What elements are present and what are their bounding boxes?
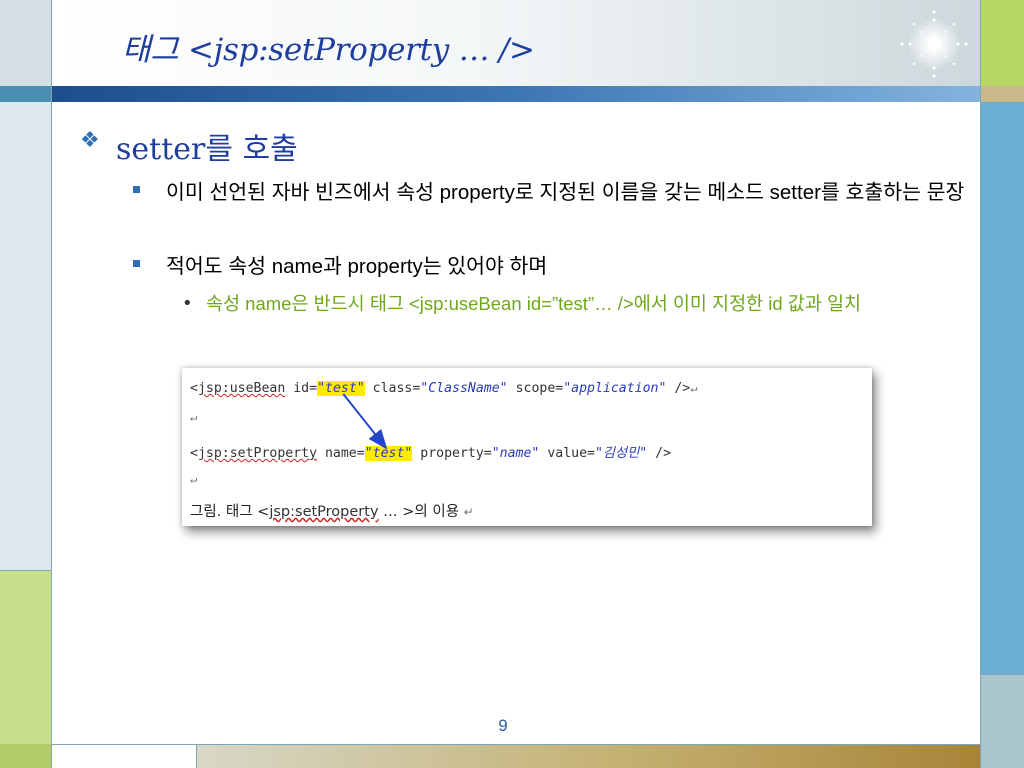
code-attr-property: property= (412, 446, 492, 461)
right-column-tan-band (981, 86, 1024, 102)
page-number: 9 (498, 716, 508, 735)
left-column-bottom (0, 744, 51, 768)
dot-bullet-icon: • (182, 293, 193, 314)
code-line-setproperty: <jsp:setProperty name="test" property="n… (190, 442, 671, 461)
return-mark-icon: ↵ (190, 472, 198, 486)
code-token: < (190, 381, 198, 396)
return-mark-icon: ↵ (463, 505, 474, 519)
code-token: < (190, 446, 198, 461)
bullet-level2-text: 이미 선언된 자바 빈즈에서 속성 property로 지정된 이름을 갖는 메… (166, 181, 965, 204)
code-value-property: "name" (491, 446, 540, 461)
code-value-value: "김성민" (594, 446, 648, 461)
code-value-scope: "application" (563, 381, 667, 396)
frame-line-left-green (0, 570, 52, 571)
frame-line-right (980, 0, 981, 768)
bullet-level2: 이미 선언된 자바 빈즈에서 속성 property로 지정된 이름을 갖는 메… (130, 177, 970, 241)
sparkle-decoration-icon (900, 10, 968, 78)
code-line-usebean: <jsp:useBean id="test" class="ClassName"… (190, 381, 697, 396)
left-column-green-block (0, 570, 51, 744)
slide-title: 태그 <jsp:setProperty … /> (122, 32, 535, 68)
bullet-level2-text: 적어도 속성 name과 property는 있어야 하며 (166, 255, 548, 278)
code-line-empty: ↵ (190, 410, 197, 425)
bullet-level3: • 속성 name은 반드시 태그 <jsp:useBean id=”test”… (182, 290, 962, 350)
right-column-green-block (981, 0, 1024, 86)
frame-line-left (51, 0, 52, 768)
square-bullet-icon (133, 186, 140, 193)
diamond-bullet-icon: ❖ (80, 128, 100, 153)
caption-suffix: … >의 이용 (378, 504, 464, 520)
bullet-level1-text: setter를 호출 (116, 132, 298, 167)
bullet-level2: 적어도 속성 name과 property는 있어야 하며 (130, 251, 970, 285)
code-figure: <jsp:useBean id="test" class="ClassName"… (182, 368, 872, 526)
code-value-class: "ClassName" (420, 381, 508, 396)
return-mark-icon: ↵ (690, 381, 698, 395)
code-line-empty: ↵ (190, 472, 197, 487)
right-column-gray-block (981, 674, 1024, 768)
code-attr-value: value= (539, 446, 595, 461)
return-mark-icon: ↵ (190, 410, 198, 424)
caption-tag: jsp:setProperty (269, 504, 379, 520)
bullet-level3-text: 속성 name은 반드시 태그 <jsp:useBean id=”test”… … (206, 293, 862, 314)
code-attr-name: name= (317, 446, 365, 461)
square-bullet-icon (133, 260, 140, 267)
code-tag-usebean: jsp:useBean (197, 381, 286, 396)
code-value-id-highlighted: "test" (317, 381, 365, 396)
code-attr-scope: scope= (507, 381, 564, 396)
code-token: /> (647, 446, 672, 461)
footer-bar (196, 744, 980, 768)
code-attr-id: id= (285, 381, 318, 396)
bullet-level1: ❖ setter를 호출 (80, 124, 970, 168)
frame-line-bottom (52, 744, 980, 745)
figure-caption: 그림. 태그 <jsp:setProperty … >의 이용 ↵ (190, 500, 474, 521)
frame-line-right-gray (981, 674, 1024, 675)
right-column-blue-block (981, 102, 1024, 674)
title-divider-bar (52, 86, 980, 102)
left-column-middle (0, 102, 51, 570)
code-tag-setproperty: jsp:setProperty (197, 446, 318, 461)
code-value-name-highlighted: "test" (364, 446, 413, 461)
code-token: /> (666, 381, 691, 396)
caption-prefix: 그림. 태그 < (190, 504, 270, 520)
frame-line-footer (196, 744, 197, 768)
code-attr-class: class= (364, 381, 421, 396)
left-column-top (0, 0, 51, 86)
left-column-band (0, 86, 51, 102)
footer-left-block (52, 744, 196, 768)
